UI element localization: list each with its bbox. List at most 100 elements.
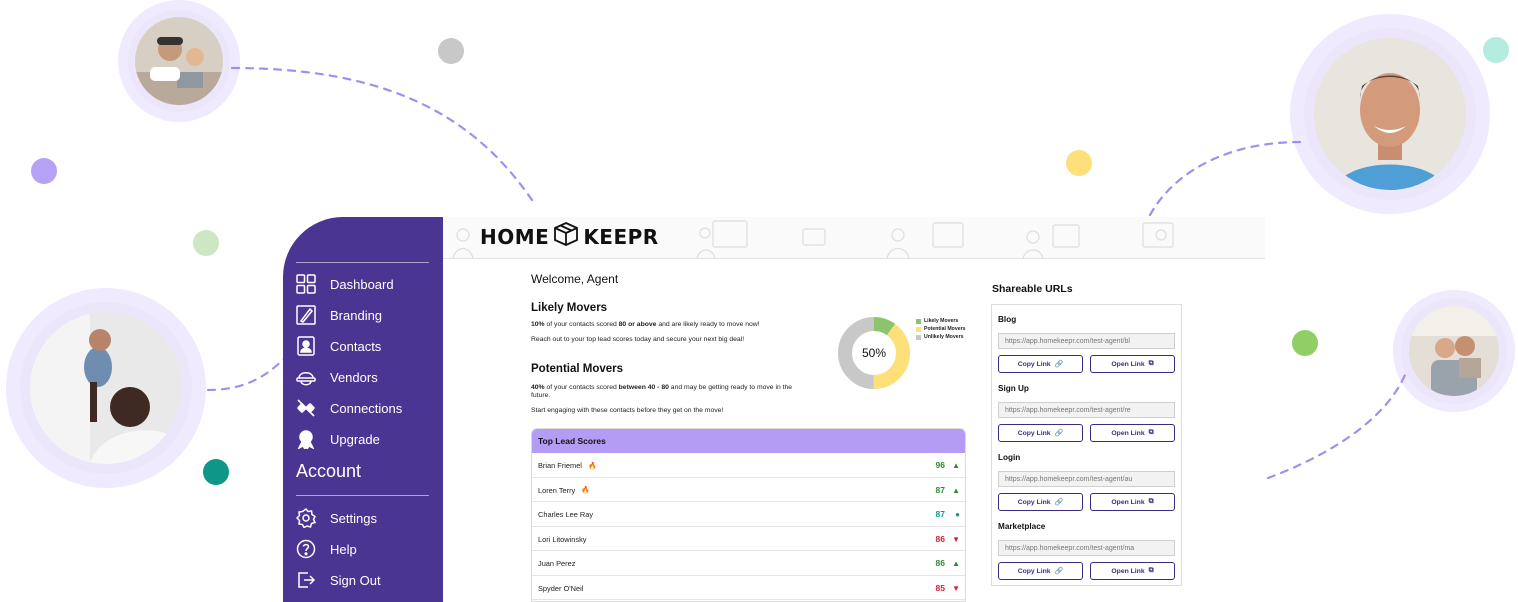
logo-box-icon — [553, 221, 579, 252]
award-icon — [295, 428, 317, 450]
hard-hat-icon — [295, 366, 317, 388]
open-link-button-login[interactable]: Open Link ⧉ — [1090, 493, 1175, 511]
copy-link-button-sign-up[interactable]: Copy Link 🔗 — [998, 424, 1083, 442]
contact-card-icon — [295, 335, 317, 357]
potential-movers-title: Potential Movers — [531, 363, 624, 375]
lead-score: 87 — [935, 509, 945, 519]
link-icon: 🔗 — [1054, 499, 1064, 506]
sidebar-divider — [296, 495, 429, 496]
share-label-blog: Blog — [998, 315, 1017, 324]
top-lead-scores-header: Top Lead Scores — [532, 429, 965, 453]
open-link-button-marketplace[interactable]: Open Link ⧉ — [1090, 562, 1175, 580]
decor-dot — [193, 230, 219, 256]
dashed-connector — [230, 66, 534, 202]
logo-text-left: HOME — [480, 224, 550, 249]
copy-link-button-marketplace[interactable]: Copy Link 🔗 — [998, 562, 1083, 580]
sidebar-item-contacts[interactable]: Contacts — [295, 334, 381, 358]
lead-score: 86 — [935, 533, 945, 544]
link-icon: 🔗 — [1054, 361, 1064, 368]
decor-dot — [1292, 330, 1318, 356]
decor-dot — [203, 459, 229, 485]
external-link-icon: ⧉ — [1148, 429, 1154, 436]
sidebar-item-label: Settings — [330, 510, 377, 526]
lead-score: 87 — [935, 484, 945, 495]
couple-photo-bubble — [1393, 290, 1515, 412]
homekeepr-logo: HOME KEEPR — [480, 221, 659, 252]
decor-dot — [1483, 37, 1509, 63]
lead-score: 85 — [935, 582, 945, 593]
table-row[interactable]: Charles Lee Ray 87 ● — [532, 502, 965, 527]
sidebar-item-sign-out[interactable]: Sign Out — [295, 568, 381, 592]
sidebar-item-label: Vendors — [330, 369, 378, 385]
lead-score: 86 — [935, 558, 945, 568]
sidebar-item-vendors[interactable]: Vendors — [295, 365, 378, 389]
table-row[interactable]: Lori Litowinsky 86 ▼ — [532, 527, 965, 551]
father-son-laptop-image — [135, 17, 223, 105]
lead-name: Spyder O'Neil — [538, 583, 584, 593]
flame-icon: 🔥 — [581, 487, 590, 494]
account-heading: Account — [296, 461, 362, 481]
baby-photo-bubble — [6, 288, 206, 488]
sign-out-icon — [295, 569, 317, 591]
share-url-field-blog[interactable]: https://app.homekeepr.com/test-agent/bl — [998, 333, 1175, 349]
sidebar-item-branding[interactable]: Branding — [295, 303, 382, 327]
sidebar-item-settings[interactable]: Settings — [295, 506, 377, 530]
sidebar-item-label: Dashboard — [330, 276, 394, 292]
open-link-button-blog[interactable]: Open Link ⧉ — [1090, 355, 1175, 373]
sidebar-item-help[interactable]: Help — [295, 537, 357, 561]
help-icon — [295, 538, 317, 560]
sidebar-item-label: Branding — [330, 307, 383, 323]
likely-movers-title: Likely Movers — [531, 302, 608, 314]
potential-movers-summary: 40% of your contacts scored between 40 -… — [531, 384, 793, 399]
sidebar-item-label: Contacts — [330, 338, 382, 354]
lead-name: Charles Lee Ray — [538, 510, 594, 519]
copy-link-button-login[interactable]: Copy Link 🔗 — [998, 493, 1083, 511]
share-url-field-marketplace[interactable]: https://app.homekeepr.com/test-agent/ma — [998, 540, 1175, 556]
sidebar-item-connections[interactable]: Connections — [295, 396, 402, 420]
trend-flat-icon: ● — [955, 510, 960, 519]
dashed-connector — [206, 356, 287, 392]
decor-dot — [1066, 150, 1092, 176]
table-row[interactable]: Brian Friemel 🔥 96 ▲ — [532, 453, 965, 478]
sidebar-item-upgrade[interactable]: Upgrade — [295, 427, 380, 451]
external-link-icon: ⧉ — [1148, 567, 1154, 574]
share-url-field-login[interactable]: https://app.homekeepr.com/test-agent/au — [998, 471, 1175, 487]
flame-icon: 🔥 — [587, 462, 597, 470]
legend-swatch — [916, 334, 921, 340]
share-label-marketplace: Marketplace — [998, 522, 1046, 531]
donut-center-label: 50% — [862, 346, 886, 360]
open-link-button-sign-up[interactable]: Open Link ⧉ — [1090, 424, 1175, 442]
decor-dot — [31, 158, 57, 184]
trend-up-icon: ▲ — [952, 559, 960, 568]
grid-icon — [295, 273, 317, 295]
trend-down-icon: ▼ — [952, 583, 960, 593]
shareable-urls-panel: Blog https://app.homekeepr.com/test-agent… — [991, 304, 1182, 586]
table-row[interactable]: Loren Terry 🔥 87 ▲ — [532, 478, 965, 502]
trend-down-icon: ▼ — [952, 534, 960, 544]
copy-link-button-blog[interactable]: Copy Link 🔗 — [998, 355, 1083, 373]
dashboard-main: Welcome, Agent Likely Movers 10% of your… — [443, 259, 1265, 602]
lead-name: Brian Friemel 🔥 — [538, 461, 597, 470]
father-baby-image — [30, 312, 182, 464]
trend-up-icon: ▲ — [952, 461, 960, 470]
lead-name: Juan Perez — [538, 559, 576, 568]
table-row[interactable]: Juan Perez 86 ▲ — [532, 551, 965, 576]
sidebar-item-dashboard[interactable]: Dashboard — [295, 272, 394, 296]
table-row[interactable]: Spyder O'Neil 85 ▼ — [532, 576, 965, 600]
legend-likely-movers: Likely Movers — [916, 318, 958, 324]
legend-potential-movers: Potential Movers — [916, 326, 966, 332]
share-url-field-sign-up[interactable]: https://app.homekeepr.com/test-agent/re — [998, 402, 1175, 418]
legend-unlikely-movers: Unlikely Movers — [916, 334, 964, 340]
sidebar: Dashboard Branding Contacts Vendors Conn… — [283, 217, 443, 602]
likely-movers-subtext: Reach out to your top lead scores today … — [531, 336, 745, 343]
sidebar-item-label: Upgrade — [330, 431, 380, 447]
legend-swatch — [916, 326, 921, 332]
welcome-heading: Welcome, Agent — [531, 272, 619, 286]
logo-text-right: KEEPR — [583, 224, 659, 249]
sidebar-item-label: Help — [330, 541, 357, 557]
top-lead-scores-table: Top Lead Scores Brian Friemel 🔥 96 ▲ Loren T… — [531, 428, 966, 602]
header: HOME KEEPR — [443, 217, 1265, 259]
dashed-connector — [1266, 373, 1407, 480]
likely-movers-summary: 10% of your contacts scored 80 or above … — [531, 321, 760, 328]
lead-name: Lori Litowinsky — [538, 534, 587, 544]
